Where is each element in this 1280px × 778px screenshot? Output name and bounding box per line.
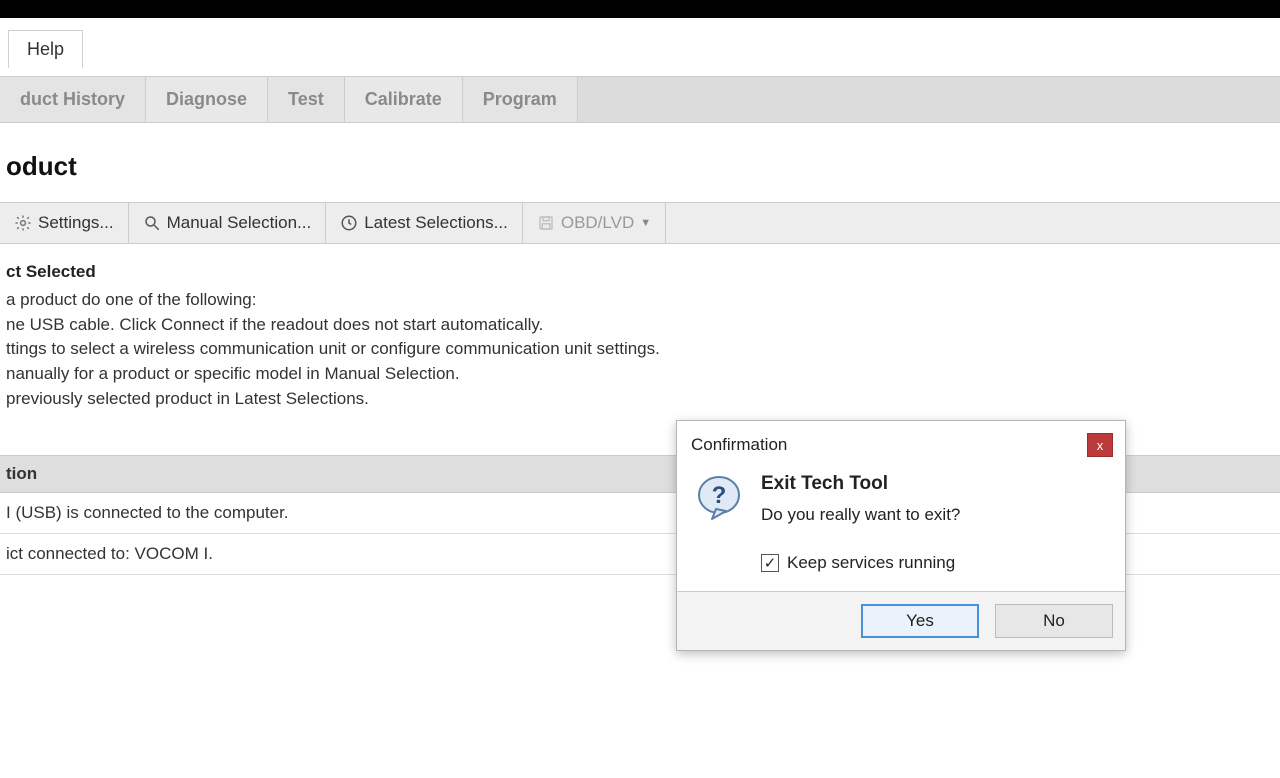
page-title: oduct: [0, 141, 1280, 202]
dialog-close-button[interactable]: x: [1087, 433, 1113, 457]
instruction-line: a product do one of the following:: [6, 288, 1274, 313]
keep-services-checkbox[interactable]: ✓: [761, 554, 779, 572]
tab-product-history[interactable]: duct History: [0, 77, 146, 122]
chevron-down-icon: ▼: [640, 217, 651, 229]
obd-lvd-label: OBD/LVD: [561, 213, 634, 233]
toolbar: Settings... Manual Selection... Latest S…: [0, 202, 1280, 244]
instruction-line: nanually for a product or specific model…: [6, 362, 1274, 387]
dialog-title: Confirmation: [691, 435, 787, 455]
manual-selection-label: Manual Selection...: [167, 213, 312, 233]
settings-button[interactable]: Settings...: [0, 203, 129, 243]
keep-services-checkbox-row[interactable]: ✓ Keep services running: [761, 553, 1107, 573]
settings-label: Settings...: [38, 213, 114, 233]
tab-bar: duct History Diagnose Test Calibrate Pro…: [0, 76, 1280, 123]
confirmation-dialog: Confirmation x ? Exit Tech Tool Do you r…: [676, 420, 1126, 651]
obd-lvd-dropdown[interactable]: OBD/LVD ▼: [523, 203, 666, 243]
instruction-line: ne USB cable. Click Connect if the reado…: [6, 313, 1274, 338]
tab-program[interactable]: Program: [463, 77, 578, 122]
question-icon: ?: [695, 473, 743, 573]
latest-selections-button[interactable]: Latest Selections...: [326, 203, 523, 243]
save-icon: [537, 214, 555, 232]
dialog-footer: Yes No: [677, 591, 1125, 650]
search-icon: [143, 214, 161, 232]
instruction-line: previously selected product in Latest Se…: [6, 387, 1274, 412]
latest-selections-label: Latest Selections...: [364, 213, 508, 233]
dialog-message: Do you really want to exit?: [761, 505, 1107, 553]
yes-button[interactable]: Yes: [861, 604, 979, 638]
menu-bar: Help: [0, 18, 1280, 76]
tab-diagnose[interactable]: Diagnose: [146, 77, 268, 122]
top-bar: [0, 0, 1280, 18]
instructions-section: ct Selected a product do one of the foll…: [0, 244, 1280, 415]
section-heading: ct Selected: [6, 262, 1274, 288]
dialog-body: ? Exit Tech Tool Do you really want to e…: [677, 467, 1125, 591]
manual-selection-button[interactable]: Manual Selection...: [129, 203, 327, 243]
instruction-line: ttings to select a wireless communicatio…: [6, 337, 1274, 362]
tab-test[interactable]: Test: [268, 77, 345, 122]
menu-help[interactable]: Help: [8, 30, 83, 68]
clock-icon: [340, 214, 358, 232]
dialog-titlebar: Confirmation x: [677, 421, 1125, 467]
dialog-content: Exit Tech Tool Do you really want to exi…: [761, 473, 1107, 573]
dialog-heading: Exit Tech Tool: [761, 473, 1107, 505]
svg-text:?: ?: [712, 482, 727, 509]
gear-icon: [14, 214, 32, 232]
keep-services-label: Keep services running: [787, 553, 955, 573]
no-button[interactable]: No: [995, 604, 1113, 638]
tab-calibrate[interactable]: Calibrate: [345, 77, 463, 122]
